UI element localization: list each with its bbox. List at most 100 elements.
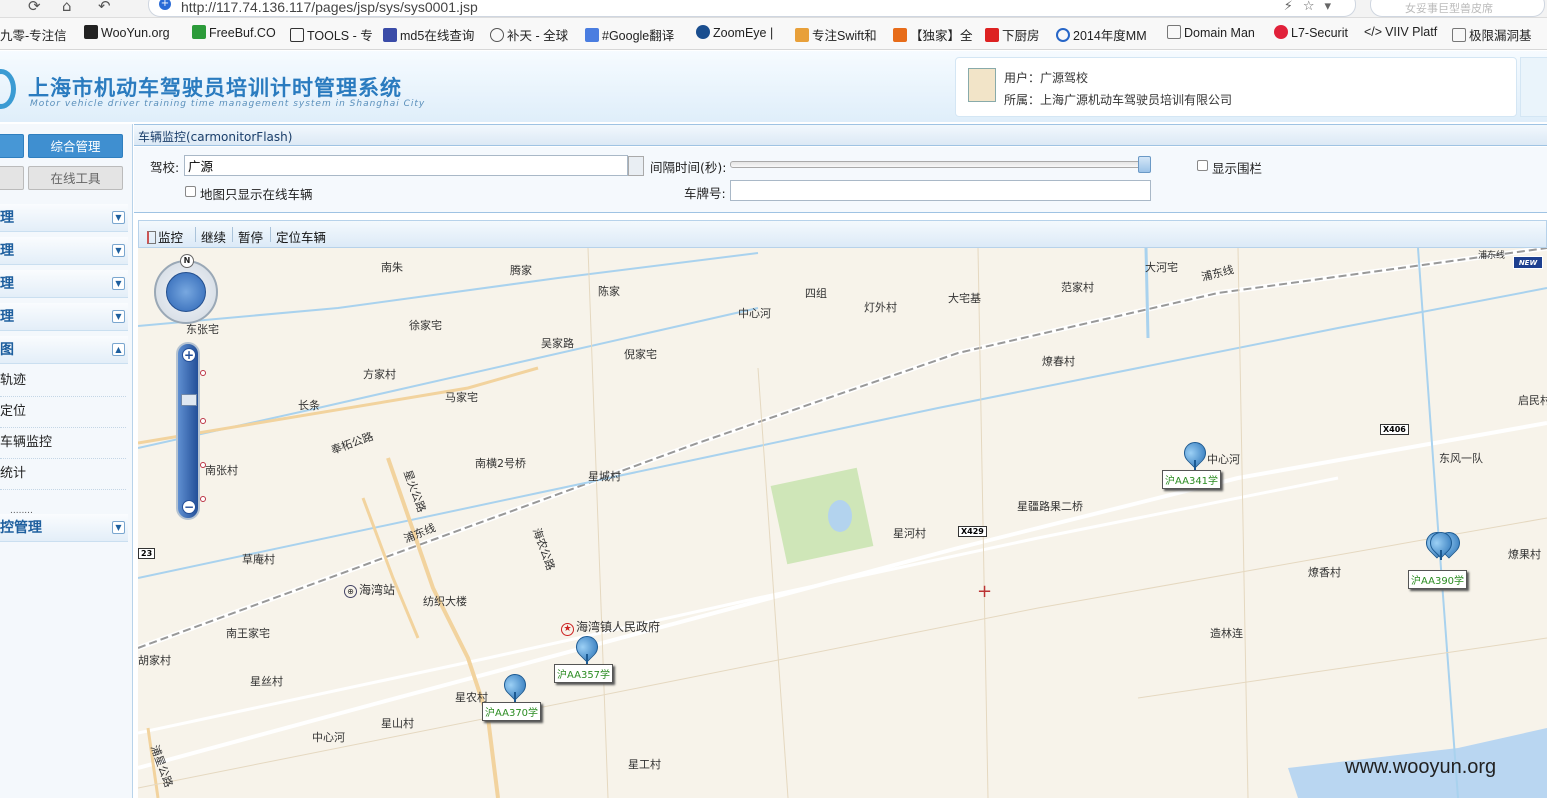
bookmark-item[interactable]: 2014年度MM (1056, 25, 1147, 44)
interval-label: 间隔时间(秒): (650, 160, 727, 175)
map-label: 燎香村 (1308, 566, 1341, 579)
sidebar-section-map[interactable]: 图 ▲ (0, 336, 128, 364)
bookmark-item[interactable]: ZoomEye | (696, 25, 773, 40)
bookmark-item[interactable]: TOOLS - 专 (290, 25, 373, 44)
online-only-checkbox[interactable] (185, 186, 196, 197)
bookmarks-bar: 九零-专注信 WooYun.org FreeBuf.CO TOOLS - 专 m… (0, 18, 1547, 50)
map-label: 马家宅 (445, 391, 478, 404)
bookmark-item[interactable]: 【独家】全 (893, 25, 973, 44)
show-fence-checkbox[interactable] (1197, 160, 1208, 171)
bookmark-item[interactable]: 极限漏洞基 (1452, 25, 1532, 44)
plate-label: 车牌号: (684, 186, 726, 201)
map-label: 四组 (805, 287, 827, 300)
map-label: 星工村 (628, 758, 661, 771)
chevron-up-icon[interactable]: ▲ (112, 343, 125, 356)
interval-slider-thumb[interactable] (1138, 156, 1151, 173)
school-label: 驾校: (150, 160, 180, 175)
sidebar-section[interactable]: 理 ▼ (0, 270, 128, 298)
site-info-icon[interactable]: + (159, 0, 171, 10)
map-center-crosshair-icon: + (977, 581, 993, 602)
address-bar[interactable]: + http://117.74.136.117/pages/jsp/sys/sy… (148, 0, 1356, 17)
map-label: 南朱 (381, 261, 403, 274)
map-label: 灯外村 (864, 301, 897, 314)
map-label: 燎春村 (1042, 355, 1075, 368)
map-label: 中心河 (738, 307, 771, 320)
map-label: 东风一队 (1439, 452, 1483, 465)
vehicle-marker[interactable]: 沪AA370学 (482, 669, 542, 734)
locate-vehicle-button[interactable]: 定位车辆 (276, 227, 326, 246)
sidebar-tab-button[interactable] (0, 134, 24, 158)
map-label: 草庵村 (242, 553, 275, 566)
vehicle-marker[interactable]: 沪AA357学 (554, 631, 614, 696)
bookmark-item[interactable]: 九零-专注信 (0, 25, 67, 44)
sidebar-item-locate[interactable]: 定位 (0, 397, 126, 428)
map-label: 陈家 (598, 285, 620, 298)
logo-icon (0, 69, 16, 109)
sidebar-tab-button[interactable] (0, 166, 24, 190)
pan-compass-control[interactable]: N (154, 254, 218, 324)
school-picker-icon[interactable] (628, 156, 644, 176)
app-title: 上海市机动车驾驶员培训计时管理系统 (28, 76, 402, 100)
watermark: www.wooyun.org (1345, 756, 1497, 778)
road-number-badge: X406 (1380, 424, 1409, 435)
sidebar-section[interactable]: 理 ▼ (0, 237, 128, 265)
sidebar-item-vehicle-monitor[interactable]: 车辆监控 (0, 428, 126, 459)
sidebar-section-monitor-management[interactable]: 控管理 ▼ (0, 514, 128, 542)
school-input[interactable] (184, 155, 628, 176)
chevron-down-icon[interactable]: ▼ (112, 310, 125, 323)
tab-online-tools[interactable]: 在线工具 (28, 166, 123, 190)
browser-search-input[interactable]: 女妥事巨型兽皮席 (1370, 0, 1545, 17)
user-avatar-icon (968, 68, 996, 102)
bookmark-item[interactable]: 补天 - 全球 (490, 25, 568, 44)
username: 广源驾校 (1040, 71, 1089, 85)
new-badge: NEW (1513, 256, 1543, 269)
bookmark-item[interactable]: 下厨房 (985, 25, 1040, 44)
government-star-icon: ★ (561, 623, 574, 636)
zoom-slider[interactable]: + − (176, 342, 206, 520)
continue-button[interactable]: 继续 (201, 227, 226, 246)
tab-comprehensive-management[interactable]: 综合管理 (28, 134, 123, 158)
sidebar-item-track[interactable]: 轨迹 (0, 366, 126, 397)
back-icon[interactable]: ↶ (98, 0, 111, 15)
vehicle-marker-cluster[interactable]: 沪AA390学 (1408, 527, 1468, 592)
map-label: 大河宅 (1145, 261, 1178, 274)
zoom-slider-thumb[interactable] (181, 394, 197, 406)
bookmark-item[interactable]: L7-Securit (1274, 25, 1348, 40)
map-label: 吴家路 (541, 337, 574, 350)
map-label: 星丝村 (250, 675, 283, 688)
map-label: 方家村 (363, 368, 396, 381)
bookmark-item[interactable]: FreeBuf.CO (192, 25, 276, 40)
address-bar-actions[interactable]: ⚡☆▾ (1284, 0, 1341, 14)
org-line: 所属：上海广源机动车驾驶员培训有限公司 (1004, 93, 1233, 107)
chevron-down-icon[interactable]: ▼ (112, 277, 125, 290)
zoom-in-button[interactable]: + (182, 348, 196, 362)
plate-input[interactable] (730, 180, 1151, 201)
sidebar: 综合管理 在线工具 理 ▼ 理 ▼ 理 ▼ 理 ▼ 图 ▲ 轨迹 定位 车辆监控 统计 .… (0, 124, 133, 798)
bookmark-item[interactable]: #Google翻译 (585, 25, 674, 44)
pause-button[interactable]: 暂停 (238, 227, 263, 246)
map-label: 启民村 (1518, 394, 1547, 407)
zoom-out-button[interactable]: − (182, 500, 196, 514)
map-label: 大宅基 (948, 292, 981, 305)
chevron-down-icon[interactable]: ▼ (112, 211, 125, 224)
bookmark-item[interactable]: </> VIIV Platf (1364, 25, 1437, 39)
bookmark-item[interactable]: WooYun.org (84, 25, 170, 40)
reload-icon[interactable]: ⟳ (28, 0, 41, 15)
vehicle-marker[interactable]: 沪AA341学 (1162, 437, 1222, 502)
bookmark-item[interactable]: md5在线查询 (383, 25, 474, 44)
chevron-down-icon[interactable]: ▼ (112, 521, 125, 534)
chevron-down-icon[interactable]: ▼ (112, 244, 125, 257)
sidebar-section[interactable]: 理 ▼ (0, 204, 128, 232)
home-icon[interactable]: ⌂ (62, 0, 72, 15)
bookmark-item[interactable]: Domain Man (1167, 25, 1255, 40)
sidebar-item-stats[interactable]: 统计 (0, 459, 126, 490)
map-label: 南横2号桥 (475, 457, 526, 470)
show-fence-label: 显示围栏 (1212, 161, 1263, 176)
interval-slider-track[interactable] (730, 161, 1150, 168)
map-label: 倪家宅 (624, 348, 657, 361)
sidebar-section[interactable]: 理 ▼ (0, 303, 128, 331)
map-view[interactable]: 南朱 腾家 陈家 四组 中心河 灯外村 大宅基 范家村 大河宅 浦东线 浦东线 … (138, 248, 1547, 798)
pan-arrows-icon[interactable] (166, 272, 206, 312)
monitor-button[interactable]: 监控 (147, 227, 183, 246)
bookmark-item[interactable]: 专注Swift和 (795, 25, 877, 44)
